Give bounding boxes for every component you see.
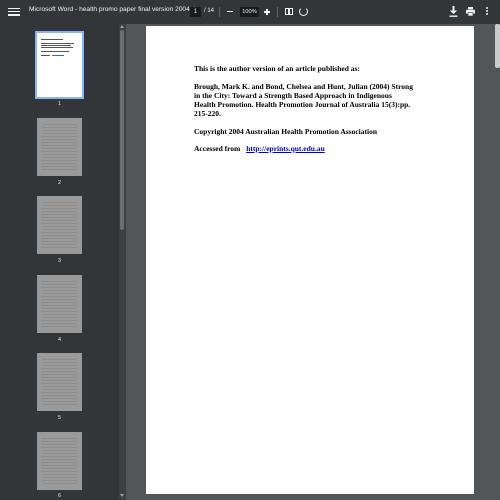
zoom-out-icon[interactable]	[227, 11, 233, 13]
eprints-link[interactable]: http://eprints.qut.edu.au	[246, 144, 325, 153]
download-icon[interactable]	[449, 6, 458, 17]
page-thumbnail[interactable]	[37, 353, 82, 411]
thumbnail-page-number: 6	[57, 493, 62, 499]
page-number-input[interactable]: 1	[190, 7, 201, 17]
citation-line: in the City: Toward a Strength Based App…	[194, 91, 392, 100]
page-thumbnail[interactable]	[37, 118, 82, 176]
thumbnail-page-number: 3	[57, 258, 62, 264]
thumb-text-line	[41, 39, 63, 40]
pdf-viewer: Microsoft Word - health promo paper fina…	[0, 0, 500, 500]
more-options-icon[interactable]	[485, 6, 489, 18]
thumb-link-line	[52, 55, 64, 56]
thumbnail-page-number: 4	[57, 337, 62, 343]
fit-page-icon[interactable]	[285, 8, 293, 15]
accessed-label: Accessed from	[194, 144, 241, 153]
toolbar: Microsoft Word - health promo paper fina…	[0, 0, 500, 24]
document-scroll-thumb[interactable]	[495, 24, 500, 68]
sidebar-scroll-thumb[interactable]	[120, 30, 124, 230]
scroll-up-arrow-icon[interactable]	[120, 25, 124, 28]
print-icon[interactable]	[466, 7, 475, 16]
thumb-text-line	[41, 55, 50, 56]
thumbnail-page-number: 1	[57, 101, 62, 107]
page-thumbnail-selected[interactable]	[35, 31, 84, 99]
document-scrollbar[interactable]	[494, 24, 500, 500]
thumbnail-page-number: 5	[57, 415, 62, 421]
thumb-text-line	[41, 45, 71, 46]
page-thumbnail[interactable]	[37, 432, 82, 490]
toolbar-divider	[277, 7, 278, 17]
page-total: / 14	[204, 8, 215, 14]
citation-line: 215-220.	[194, 109, 221, 118]
citation-line: Health Promotion. Health Promotion Journ…	[194, 100, 411, 109]
zoom-in-icon[interactable]	[264, 9, 270, 15]
toolbar-divider	[219, 7, 220, 17]
thumbnail-page-number: 2	[57, 180, 62, 186]
citation-line: Brough, Mark K. and Bond, Chelsea and Hu…	[194, 82, 413, 91]
pdf-page: This is the author version of an article…	[146, 26, 474, 494]
menu-icon[interactable]	[8, 6, 20, 18]
accessed-line: Accessed from http://eprints.qut.edu.au	[194, 144, 325, 153]
zoom-level-input[interactable]: 100%	[240, 7, 259, 17]
thumb-text-line	[41, 47, 73, 48]
thumb-text-line	[41, 51, 69, 52]
page-thumbnail[interactable]	[37, 196, 82, 254]
copyright-text: Copyright 2004 Australian Health Promoti…	[194, 127, 377, 136]
scroll-down-arrow-icon[interactable]	[120, 494, 124, 497]
intro-text: This is the author version of an article…	[194, 64, 360, 73]
rotate-icon[interactable]	[299, 7, 308, 16]
page-thumbnail[interactable]	[37, 275, 82, 333]
thumb-text-line	[41, 43, 74, 44]
document-title: Microsoft Word - health promo paper fina…	[29, 6, 201, 13]
